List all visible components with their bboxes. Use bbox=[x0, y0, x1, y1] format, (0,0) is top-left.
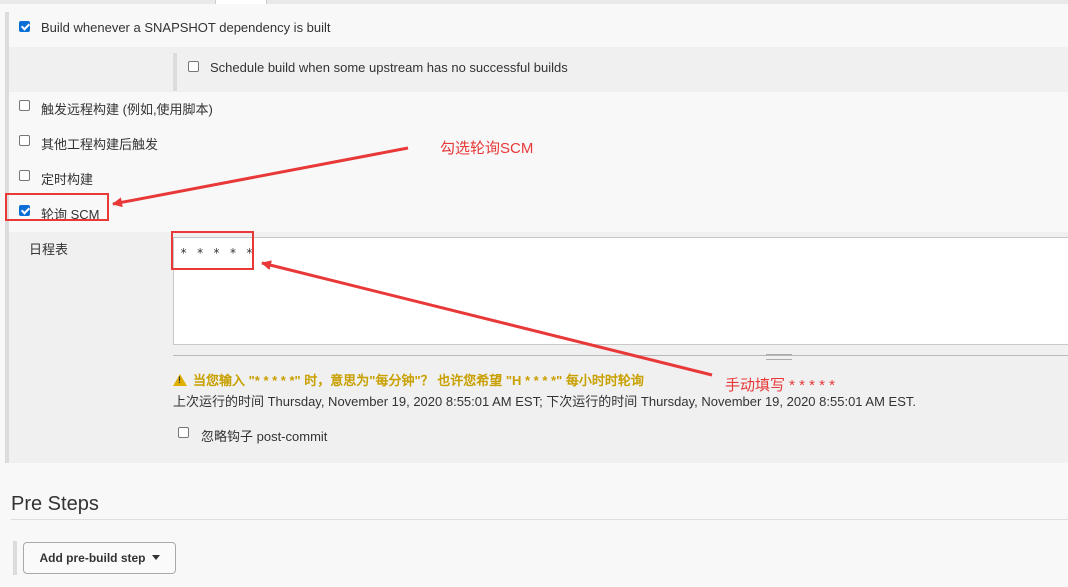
fill-note-arrow bbox=[261, 260, 713, 377]
annotation-arrows bbox=[112, 146, 713, 377]
poll-note-arrow bbox=[112, 146, 409, 208]
